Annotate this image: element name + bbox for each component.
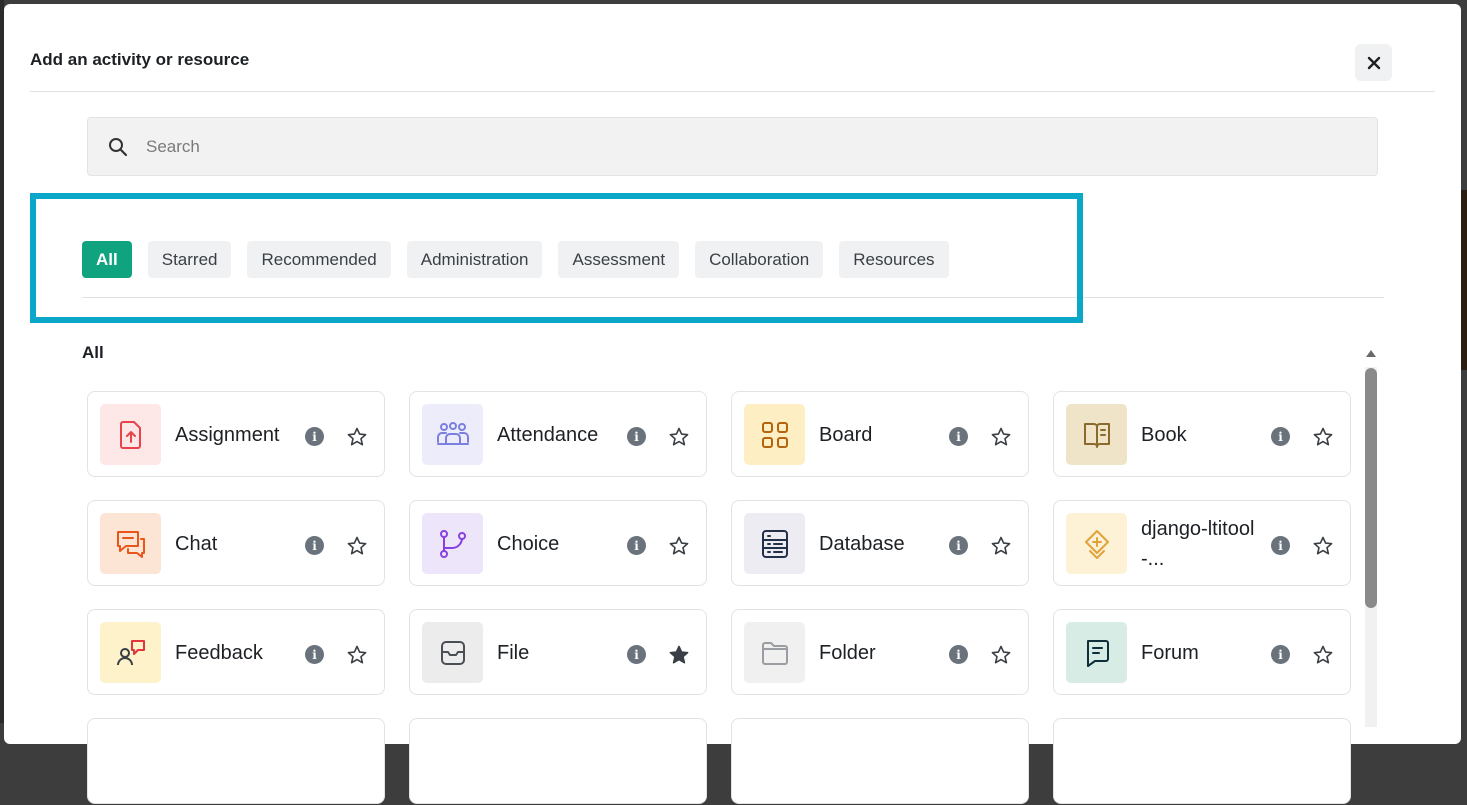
modal-header: Add an activity or resource bbox=[30, 4, 1435, 92]
activity-name bbox=[175, 719, 293, 805]
section-heading: All bbox=[82, 343, 104, 362]
activity-card-attendance[interactable]: Attendance i bbox=[409, 391, 707, 477]
tab-recommended[interactable]: Recommended bbox=[247, 241, 391, 278]
backdrop-page-edge bbox=[1461, 190, 1467, 370]
tab-administration[interactable]: Administration bbox=[406, 241, 543, 278]
activity-card-assignment[interactable]: Assignment i bbox=[87, 391, 385, 477]
activity-card-forum[interactable]: Forum i bbox=[1053, 609, 1351, 695]
close-button[interactable] bbox=[1355, 44, 1392, 81]
activity-card-empty-12[interactable] bbox=[87, 718, 385, 804]
star-outline-icon[interactable] bbox=[990, 535, 1012, 557]
info-icon[interactable]: i bbox=[949, 427, 968, 446]
chat-icon bbox=[100, 513, 161, 574]
activity-name: Attendance bbox=[497, 424, 599, 446]
info-icon[interactable]: i bbox=[305, 536, 324, 555]
star-outline-icon[interactable] bbox=[1312, 644, 1334, 666]
activity-card-chat[interactable]: Chat i bbox=[87, 500, 385, 586]
info-icon[interactable]: i bbox=[949, 536, 968, 555]
choice-icon bbox=[422, 513, 483, 574]
forum-icon bbox=[1066, 622, 1127, 683]
scroll-up-arrow[interactable] bbox=[1365, 347, 1377, 359]
activity-name bbox=[1141, 719, 1259, 805]
info-icon[interactable]: i bbox=[627, 427, 646, 446]
activity-card-empty-14[interactable] bbox=[731, 718, 1029, 804]
scrollbar-thumb[interactable] bbox=[1365, 368, 1377, 608]
info-icon[interactable]: i bbox=[1271, 645, 1290, 664]
activity-name: Book bbox=[1141, 424, 1187, 446]
activity-card-empty-13[interactable] bbox=[409, 718, 707, 804]
tab-starred[interactable]: Starred bbox=[147, 241, 232, 278]
assignment-icon bbox=[100, 404, 161, 465]
activity-card-board[interactable]: Board i bbox=[731, 391, 1029, 477]
search-input[interactable] bbox=[144, 135, 1248, 158]
activity-card-django-ltitool[interactable]: django-ltitool-... i bbox=[1053, 500, 1351, 586]
close-icon bbox=[1367, 56, 1380, 69]
activity-chooser-modal: Add an activity or resource All Starred Re… bbox=[4, 4, 1461, 804]
star-outline-icon[interactable] bbox=[668, 535, 690, 557]
tab-collaboration[interactable]: Collaboration bbox=[695, 241, 824, 278]
activity-name: Board bbox=[819, 424, 873, 446]
activity-name: Folder bbox=[819, 642, 876, 664]
activity-card-book[interactable]: Book i bbox=[1053, 391, 1351, 477]
modal-title: Add an activity or resource bbox=[30, 50, 250, 69]
activity-name bbox=[497, 719, 615, 805]
tab-all[interactable]: All bbox=[82, 241, 132, 278]
star-outline-icon[interactable] bbox=[668, 426, 690, 448]
activity-card-empty-15[interactable] bbox=[1053, 718, 1351, 804]
activity-name: File bbox=[497, 642, 530, 664]
star-filled-icon[interactable] bbox=[668, 644, 690, 666]
activity-name: django-ltitool-... bbox=[1141, 518, 1255, 570]
search-bar[interactable] bbox=[87, 117, 1378, 176]
category-tabs: All Starred Recommended Administration Asses… bbox=[82, 241, 949, 279]
tab-resources[interactable]: Resources bbox=[839, 241, 949, 278]
attendance-icon bbox=[422, 404, 483, 465]
search-icon bbox=[108, 136, 130, 158]
activity-name: Database bbox=[819, 533, 905, 555]
info-icon[interactable]: i bbox=[949, 645, 968, 664]
activity-card-database[interactable]: Database i bbox=[731, 500, 1029, 586]
activity-name: Feedback bbox=[175, 642, 263, 664]
activity-name bbox=[819, 719, 937, 805]
book-icon bbox=[1066, 404, 1127, 465]
info-icon[interactable]: i bbox=[627, 645, 646, 664]
activity-card-choice[interactable]: Choice i bbox=[409, 500, 707, 586]
activity-name: Assignment bbox=[175, 424, 280, 446]
activity-card-folder[interactable]: Folder i bbox=[731, 609, 1029, 695]
star-outline-icon[interactable] bbox=[1312, 426, 1334, 448]
database-icon bbox=[744, 513, 805, 574]
activity-name: Forum bbox=[1141, 642, 1199, 664]
info-icon[interactable]: i bbox=[627, 536, 646, 555]
star-outline-icon[interactable] bbox=[1312, 535, 1334, 557]
info-icon[interactable]: i bbox=[1271, 427, 1290, 446]
info-icon[interactable]: i bbox=[305, 427, 324, 446]
star-outline-icon[interactable] bbox=[990, 644, 1012, 666]
tabs-divider bbox=[82, 297, 1384, 298]
star-outline-icon[interactable] bbox=[346, 535, 368, 557]
file-icon bbox=[422, 622, 483, 683]
activity-card-feedback[interactable]: Feedback i bbox=[87, 609, 385, 695]
lti-icon bbox=[1066, 513, 1127, 574]
activity-name: Choice bbox=[497, 533, 560, 555]
star-outline-icon[interactable] bbox=[346, 644, 368, 666]
info-icon[interactable]: i bbox=[305, 645, 324, 664]
board-icon bbox=[744, 404, 805, 465]
activity-card-file[interactable]: File i bbox=[409, 609, 707, 695]
activity-name: Chat bbox=[175, 533, 218, 555]
feedback-icon bbox=[100, 622, 161, 683]
star-outline-icon[interactable] bbox=[990, 426, 1012, 448]
star-outline-icon[interactable] bbox=[346, 426, 368, 448]
folder-icon bbox=[744, 622, 805, 683]
tab-assessment[interactable]: Assessment bbox=[558, 241, 680, 278]
info-icon[interactable]: i bbox=[1271, 536, 1290, 555]
